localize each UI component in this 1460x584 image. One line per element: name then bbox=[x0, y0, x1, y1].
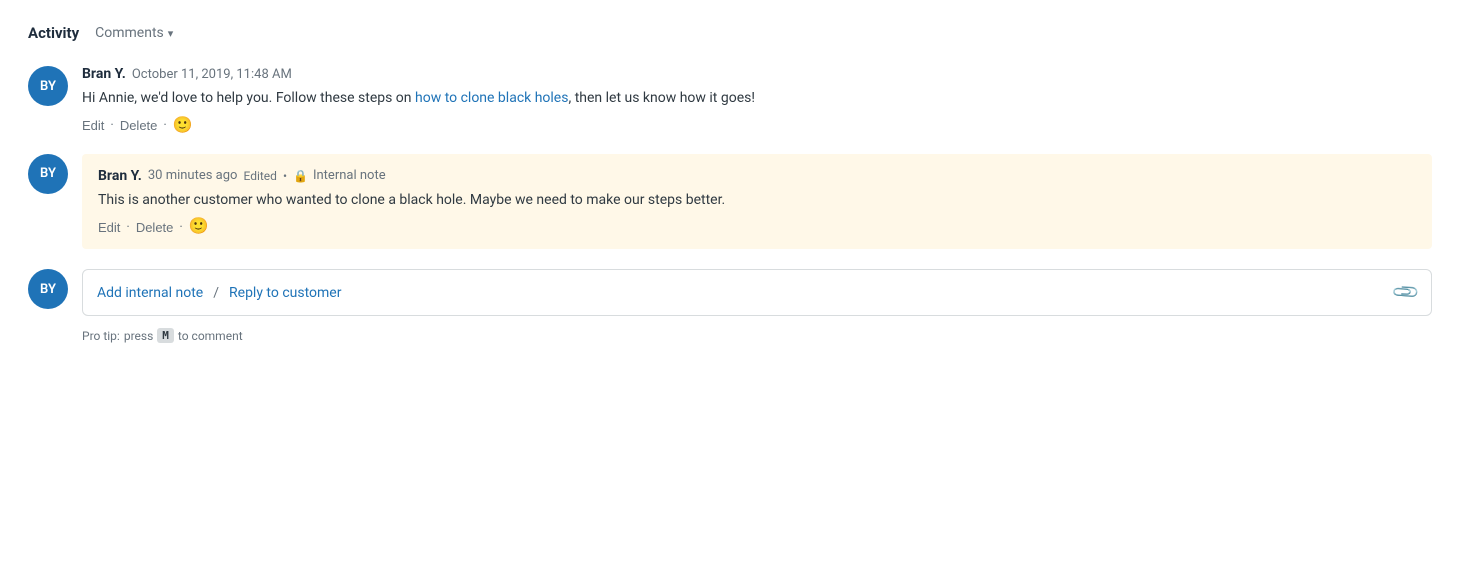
clone-black-holes-link[interactable]: how to clone black holes bbox=[415, 90, 568, 106]
action-separator: · bbox=[163, 118, 166, 133]
comment-body: Bran Y. October 11, 2019, 11:48 AM Hi An… bbox=[82, 66, 1432, 134]
pro-tip-text-after: to comment bbox=[178, 329, 243, 343]
comment-meta: Bran Y. 30 minutes ago Edited • 🔒 Intern… bbox=[98, 168, 1416, 184]
emoji-reaction-button[interactable]: 🙂 bbox=[173, 118, 193, 134]
edited-badge: Edited bbox=[243, 169, 276, 183]
reply-area: BY Add internal note / Reply to customer… bbox=[28, 269, 1432, 316]
attachment-icon[interactable]: 📎 bbox=[1390, 278, 1421, 309]
comment-actions: Edit · Delete · 🙂 bbox=[98, 219, 1416, 235]
avatar: BY bbox=[28, 154, 68, 194]
action-separator: · bbox=[179, 220, 182, 235]
pro-tip: Pro tip: press M to comment bbox=[82, 328, 1432, 343]
delete-button[interactable]: Delete bbox=[136, 220, 174, 235]
reply-input-text: Add internal note / Reply to customer bbox=[97, 285, 341, 301]
avatar: BY bbox=[28, 66, 68, 106]
dot-separator: • bbox=[283, 169, 287, 183]
action-separator: · bbox=[126, 220, 129, 235]
edit-button[interactable]: Edit bbox=[98, 220, 120, 235]
edit-button[interactable]: Edit bbox=[82, 118, 104, 133]
reply-separator: / bbox=[213, 285, 219, 301]
keyboard-shortcut-badge: M bbox=[157, 328, 174, 343]
comment-timestamp: 30 minutes ago bbox=[148, 168, 238, 183]
comments-dropdown[interactable]: Comments ▾ bbox=[95, 25, 173, 41]
activity-title: Activity bbox=[28, 24, 79, 42]
comment-text: Hi Annie, we'd love to help you. Follow … bbox=[82, 88, 1432, 110]
comment-author: Bran Y. bbox=[98, 168, 142, 184]
internal-note-text: Internal note bbox=[313, 168, 386, 183]
reply-to-customer-button[interactable]: Reply to customer bbox=[229, 285, 341, 301]
add-internal-note-button[interactable]: Add internal note bbox=[97, 285, 203, 301]
comment-text: This is another customer who wanted to c… bbox=[98, 190, 1416, 212]
action-separator: · bbox=[110, 118, 113, 133]
comment-item-internal: BY Bran Y. 30 minutes ago Edited • 🔒 Int… bbox=[28, 154, 1432, 250]
reply-input-wrapper[interactable]: Add internal note / Reply to customer 📎 bbox=[82, 269, 1432, 316]
comment-actions: Edit · Delete · 🙂 bbox=[82, 118, 1432, 134]
comment-item: BY Bran Y. October 11, 2019, 11:48 AM Hi… bbox=[28, 66, 1432, 134]
delete-button[interactable]: Delete bbox=[120, 118, 158, 133]
emoji-reaction-button[interactable]: 🙂 bbox=[189, 219, 209, 235]
comment-meta: Bran Y. October 11, 2019, 11:48 AM bbox=[82, 66, 1432, 82]
pro-tip-text-before: press bbox=[124, 329, 153, 343]
internal-note-label: 🔒 Internal note bbox=[293, 168, 386, 183]
comments-label: Comments bbox=[95, 25, 164, 41]
avatar: BY bbox=[28, 269, 68, 309]
activity-header: Activity Comments ▾ bbox=[28, 24, 1432, 42]
comment-timestamp: October 11, 2019, 11:48 AM bbox=[132, 67, 292, 82]
lock-icon: 🔒 bbox=[293, 169, 308, 183]
pro-tip-label: Pro tip: bbox=[82, 329, 120, 343]
comment-author: Bran Y. bbox=[82, 66, 126, 82]
chevron-down-icon: ▾ bbox=[168, 27, 174, 40]
internal-note-wrapper: Bran Y. 30 minutes ago Edited • 🔒 Intern… bbox=[82, 154, 1432, 250]
